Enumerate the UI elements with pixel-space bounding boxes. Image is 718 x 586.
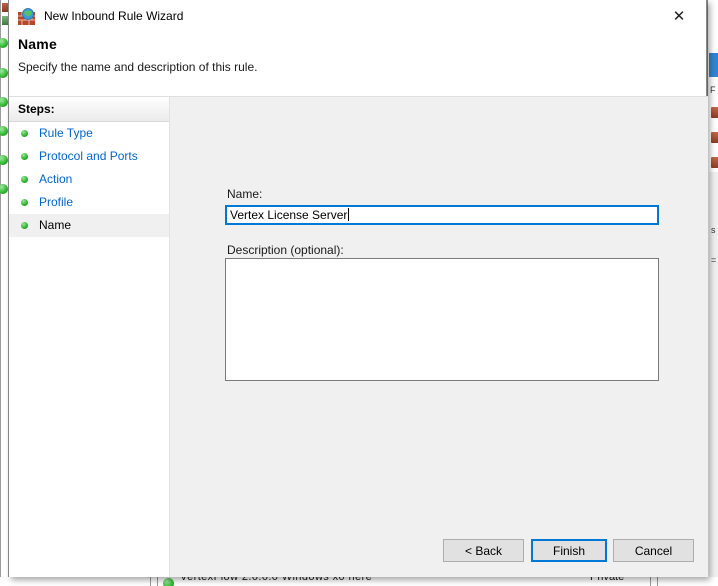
background-divider	[650, 577, 651, 586]
background-rule-status-icon	[0, 155, 8, 165]
background-window-right-sliver: F s =	[707, 0, 718, 586]
step-name-current[interactable]: Name	[9, 214, 169, 237]
step-rule-type[interactable]: Rule Type	[9, 122, 169, 145]
background-selected-item-fragment	[709, 53, 718, 77]
background-text-fragment: =	[711, 255, 717, 265]
background-filter-icon-fragment	[711, 107, 718, 118]
step-protocol-and-ports[interactable]: Protocol and Ports	[9, 145, 169, 168]
step-bullet-icon	[21, 199, 28, 206]
name-field-label: Name:	[227, 187, 263, 201]
background-rule-status-icon	[0, 68, 8, 78]
wizard-body: Steps: Rule Type Protocol and Ports Acti…	[9, 96, 708, 577]
step-label: Action	[39, 172, 73, 186]
background-text-fragment: s	[711, 225, 716, 235]
rule-description-textarea[interactable]	[225, 258, 659, 381]
step-bullet-icon	[21, 176, 28, 183]
background-rule-status-icon	[163, 578, 174, 586]
close-icon[interactable]: ✕	[664, 2, 694, 30]
finish-button[interactable]: Finish	[531, 539, 607, 562]
background-rule-profile-partial: Private	[590, 577, 625, 583]
description-field-label: Description (optional):	[227, 243, 344, 257]
background-divider	[657, 577, 658, 586]
step-label: Protocol and Ports	[39, 149, 138, 163]
page-subtitle: Specify the name and description of this…	[18, 60, 258, 74]
text-cursor	[348, 208, 350, 221]
background-divider	[150, 577, 151, 586]
rule-name-input[interactable]: Vertex License Server	[225, 205, 659, 225]
background-rule-status-icon	[0, 126, 8, 136]
step-bullet-icon	[21, 222, 28, 229]
title-bar[interactable]: New Inbound Rule Wizard ✕	[9, 0, 706, 32]
cancel-button[interactable]: Cancel	[613, 539, 694, 562]
step-action[interactable]: Action	[9, 168, 169, 191]
step-label: Rule Type	[39, 126, 93, 140]
background-panel-fragment: s =	[709, 172, 718, 586]
window-title: New Inbound Rule Wizard	[44, 9, 184, 23]
background-filter-icon-fragment	[711, 157, 718, 168]
step-label: Profile	[39, 195, 74, 209]
background-rule-status-icon	[0, 38, 8, 48]
background-divider	[157, 577, 158, 586]
step-label: Name	[39, 218, 72, 232]
step-profile[interactable]: Profile	[9, 191, 169, 214]
rule-name-value: Vertex License Server	[230, 208, 348, 222]
wizard-page-header: Name Specify the name and description of…	[9, 32, 706, 96]
background-filter-icon-fragment	[711, 132, 718, 143]
steps-sidebar: Steps: Rule Type Protocol and Ports Acti…	[9, 97, 170, 577]
background-window-bottom-strip: VertexFlow 2.0.0.0 Windows x0 here Priva…	[0, 577, 718, 586]
page-title: Name	[18, 36, 57, 52]
steps-header: Steps:	[9, 97, 169, 122]
back-button[interactable]: < Back	[443, 539, 524, 562]
step-bullet-icon	[21, 153, 28, 160]
firewall-icon	[18, 8, 35, 25]
background-rule-status-icon	[0, 184, 8, 194]
wizard-content-panel: Name: Vertex License Server Description …	[170, 97, 708, 577]
new-inbound-rule-wizard-dialog: New Inbound Rule Wizard ✕ Name Specify t…	[8, 0, 708, 577]
background-rule-name-partial: VertexFlow 2.0.0.0 Windows x0 here	[180, 577, 373, 583]
background-rule-status-icon	[0, 97, 8, 107]
step-bullet-icon	[21, 130, 28, 137]
background-text-fragment: F	[710, 85, 716, 95]
background-window-left-sliver	[0, 0, 9, 586]
